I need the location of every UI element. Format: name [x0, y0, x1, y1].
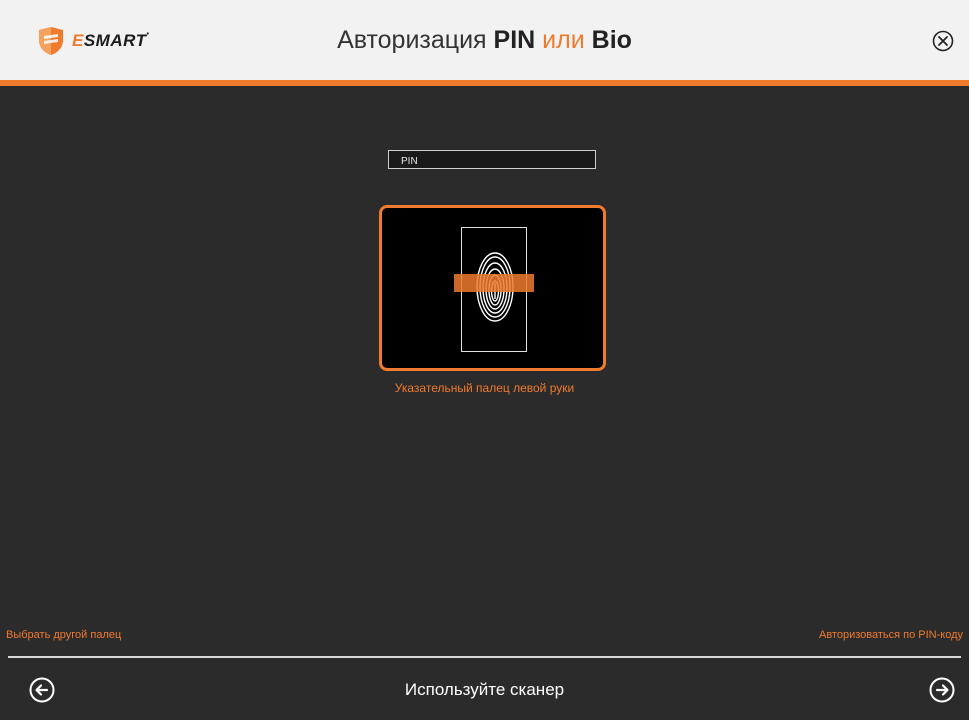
header-accent-stripe [0, 80, 969, 86]
close-icon[interactable] [932, 30, 954, 52]
page-title: Авторизация PIN или Bio [0, 26, 969, 55]
auth-by-pin-link[interactable]: Авторизоваться по PIN-коду [819, 629, 963, 641]
fingerprint-scanner-panel[interactable] [379, 205, 606, 371]
footer-divider [8, 656, 961, 658]
pin-input[interactable] [388, 150, 596, 169]
footer-status-text: Используйте сканер [404, 680, 565, 699]
title-bio: Bio [591, 26, 632, 54]
title-or: или [535, 26, 592, 54]
scan-progress-bar [454, 274, 534, 292]
title-prefix: Авторизация [337, 26, 494, 54]
finger-caption: Указательный палец левой руки [394, 381, 575, 395]
title-pin: PIN [493, 26, 536, 54]
choose-other-finger-link[interactable]: Выбрать другой палец [6, 629, 121, 641]
arrow-right-circle-icon[interactable] [929, 677, 955, 703]
header-bar: ESMART• Авторизация PIN или Bio [0, 0, 969, 80]
